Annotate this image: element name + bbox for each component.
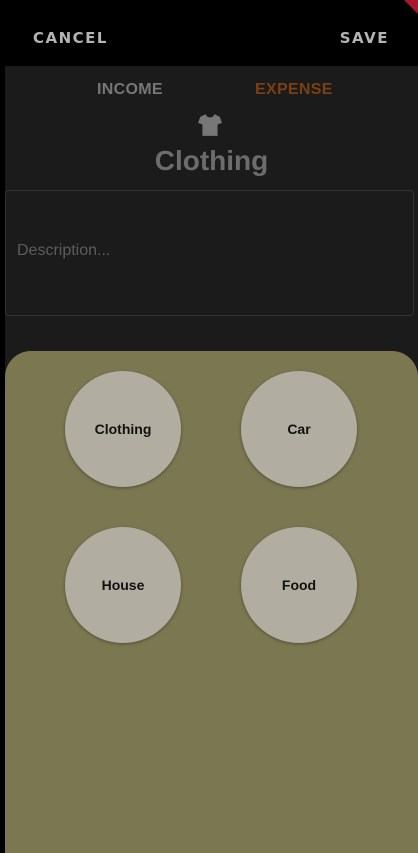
description-input[interactable] [17, 241, 397, 261]
shirt-icon [198, 114, 222, 136]
save-button[interactable]: SAVE [340, 28, 389, 48]
tab-income[interactable]: INCOME [97, 80, 163, 100]
category-button-house[interactable]: House [65, 527, 181, 643]
cancel-button[interactable]: CANCEL [33, 28, 108, 48]
tab-expense[interactable]: EXPENSE [255, 80, 333, 100]
category-button-car[interactable]: Car [241, 371, 357, 487]
selected-category-title: Clothing [154, 145, 269, 176]
top-action-bar: CANCEL SAVE [0, 0, 418, 66]
category-picker-sheet: Clothing Car House Food [5, 351, 418, 853]
category-button-clothing[interactable]: Clothing [65, 371, 181, 487]
app-screen: CANCEL SAVE INCOME EXPENSE Clothing Clot… [0, 0, 418, 853]
description-field[interactable] [5, 190, 414, 316]
debug-banner [404, 0, 418, 14]
category-button-food[interactable]: Food [241, 527, 357, 643]
